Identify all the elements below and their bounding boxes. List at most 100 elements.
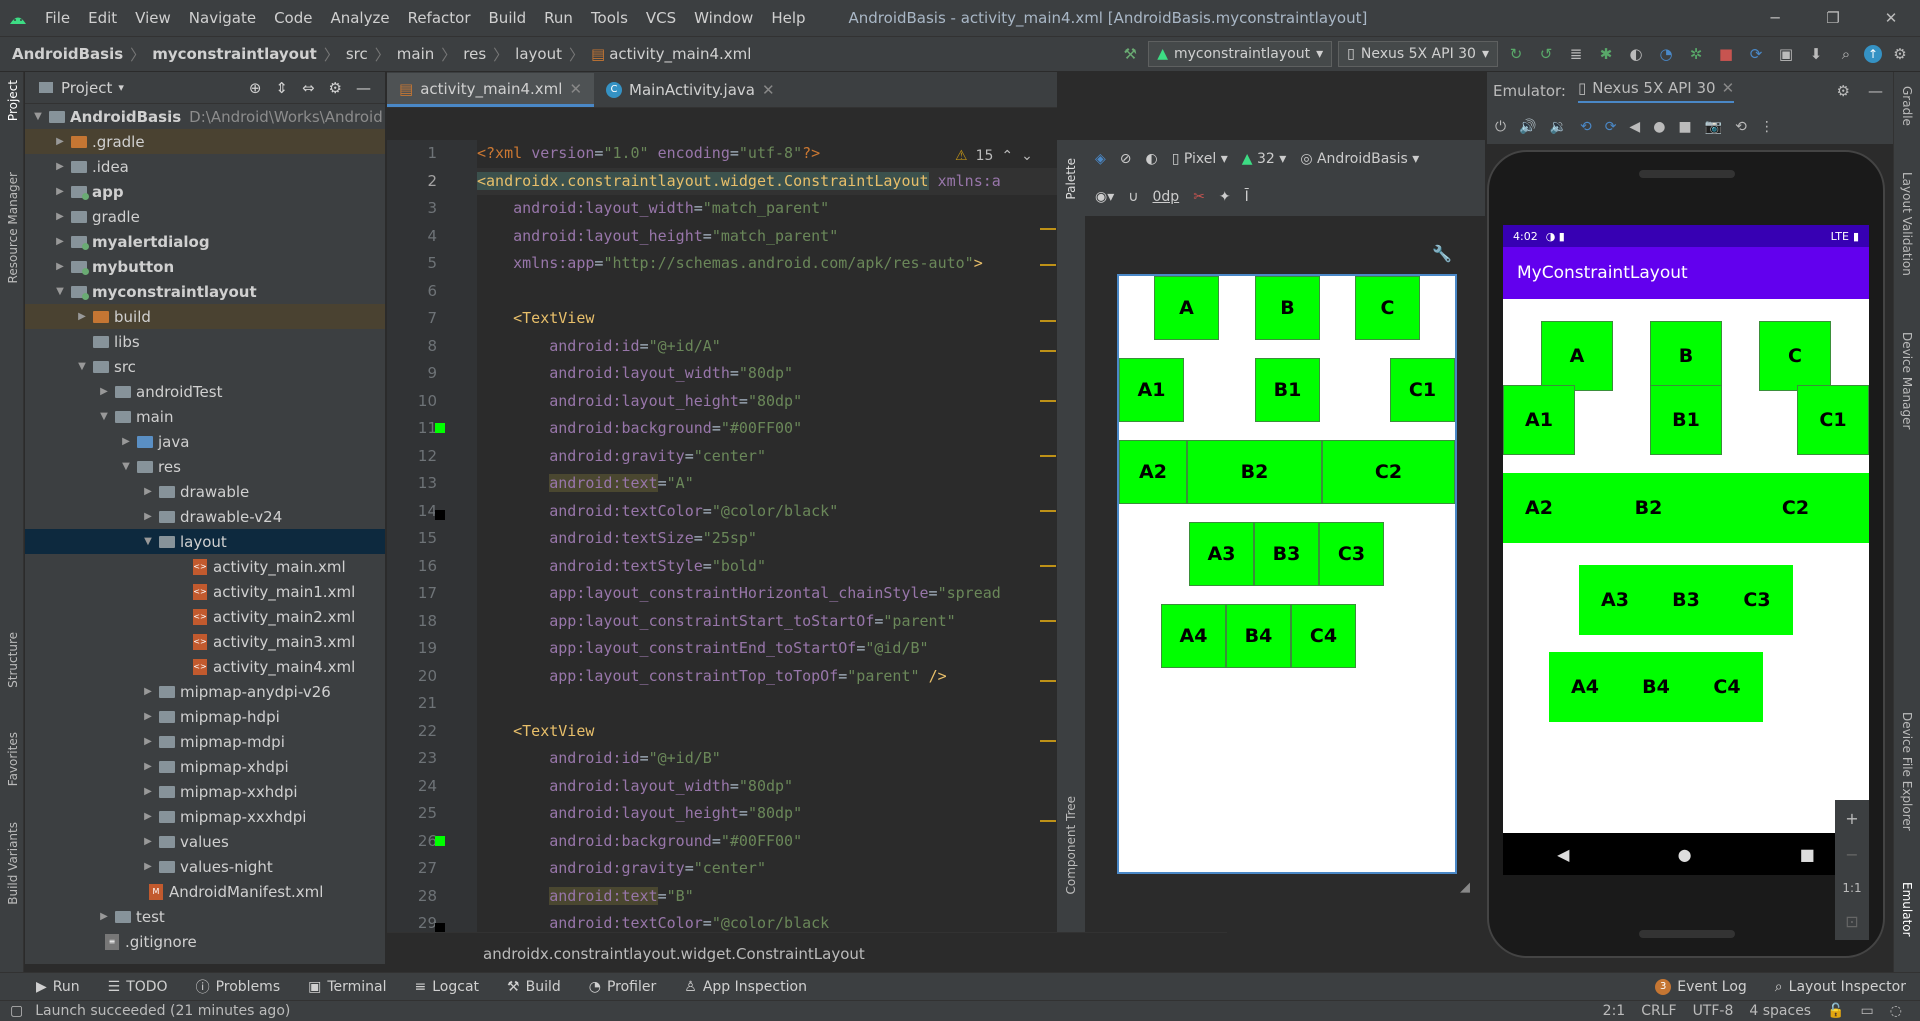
device-manager-icon[interactable]: ▣ bbox=[1774, 42, 1798, 66]
side-tab-structure[interactable]: Structure bbox=[6, 632, 20, 688]
app-box-a4[interactable]: A4 bbox=[1549, 652, 1621, 722]
component-tree-tab[interactable]: Component Tree bbox=[1064, 796, 1078, 894]
tool-todo[interactable]: ☰ TODO bbox=[94, 979, 182, 995]
breadcrumb-item[interactable]: AndroidBasis bbox=[12, 45, 123, 63]
tree-node[interactable]: ▶ test bbox=[25, 904, 385, 929]
tree-node-selected[interactable]: ▼ layout bbox=[25, 529, 385, 554]
side-tab-resource-manager[interactable]: Resource Manager bbox=[6, 172, 20, 283]
power-icon[interactable]: ⏻ bbox=[1495, 119, 1506, 135]
tree-node[interactable]: ▶ gradle bbox=[25, 204, 385, 229]
hide-icon[interactable]: — bbox=[1868, 82, 1883, 100]
breadcrumb-item[interactable]: layout bbox=[515, 45, 562, 63]
line-separator[interactable]: CRLF bbox=[1641, 1003, 1676, 1019]
preview-box-b2[interactable]: B2 bbox=[1187, 440, 1322, 504]
error-stripe-mark[interactable] bbox=[1040, 228, 1056, 230]
tree-node[interactable]: ▶ build bbox=[25, 304, 385, 329]
preview-box-b1[interactable]: B1 bbox=[1255, 358, 1320, 422]
app-box-c1[interactable]: C1 bbox=[1797, 385, 1869, 455]
lock-icon[interactable]: 🔓 bbox=[1827, 1003, 1844, 1019]
app-box-c[interactable]: C bbox=[1759, 321, 1831, 391]
notifications-icon[interactable]: ◌ bbox=[1890, 1003, 1902, 1019]
infer-constraints-icon[interactable]: ✦ bbox=[1219, 189, 1231, 205]
tool-build[interactable]: ⚒ Build bbox=[493, 979, 575, 995]
chevron-up-icon[interactable]: ⌃ bbox=[1001, 148, 1013, 164]
menu-view[interactable]: View bbox=[126, 9, 180, 27]
tree-node[interactable]: ▶ java bbox=[25, 429, 385, 454]
layers-icon[interactable]: ◈ bbox=[1095, 151, 1106, 167]
sync-gradle-icon[interactable]: ⟳ bbox=[1744, 42, 1768, 66]
error-stripe-mark[interactable] bbox=[1040, 350, 1056, 352]
app-box-c4[interactable]: C4 bbox=[1691, 652, 1763, 722]
default-margin-select[interactable]: 0dp bbox=[1153, 189, 1180, 205]
tree-node[interactable]: <> activity_main4.xml bbox=[25, 654, 385, 679]
app-box-a3[interactable]: A3 bbox=[1579, 565, 1651, 635]
project-view-select[interactable]: Project bbox=[61, 79, 112, 97]
color-swatch-green[interactable] bbox=[435, 836, 445, 846]
panel-toggle-icon[interactable]: ▢ bbox=[10, 1003, 23, 1019]
preview-box-c[interactable]: C bbox=[1355, 276, 1420, 340]
tool-app-inspection[interactable]: ♙ App Inspection bbox=[670, 979, 821, 995]
error-stripe-mark[interactable] bbox=[1040, 680, 1056, 682]
chevron-down-icon[interactable]: ⌄ bbox=[1021, 148, 1033, 164]
breadcrumb-item[interactable]: src bbox=[346, 45, 368, 63]
preview-box-a[interactable]: A bbox=[1154, 276, 1219, 340]
tree-node[interactable]: ▶ mipmap-xxhdpi bbox=[25, 779, 385, 804]
tree-node[interactable]: ▼ res bbox=[25, 454, 385, 479]
settings-icon[interactable]: ⚙ bbox=[1888, 42, 1912, 66]
tree-node[interactable]: <> activity_main3.xml bbox=[25, 629, 385, 654]
tool-terminal[interactable]: ▣ Terminal bbox=[294, 979, 400, 995]
orientation-icon[interactable]: ◐ bbox=[1146, 151, 1158, 167]
tool-run[interactable]: ▶ Run bbox=[0, 979, 94, 995]
tree-node[interactable]: M AndroidManifest.xml bbox=[25, 879, 385, 904]
restore-icon[interactable]: ❐ bbox=[1804, 9, 1862, 27]
error-stripe-mark[interactable] bbox=[1040, 320, 1056, 322]
tree-node[interactable]: <> activity_main.xml bbox=[25, 554, 385, 579]
tree-node[interactable]: libs bbox=[25, 329, 385, 354]
preview-box-c4[interactable]: C4 bbox=[1291, 604, 1356, 668]
tree-node[interactable]: ▶ app bbox=[25, 179, 385, 204]
tree-node[interactable]: ▶ values bbox=[25, 829, 385, 854]
menu-vcs[interactable]: VCS bbox=[637, 9, 685, 27]
preview-box-a2[interactable]: A2 bbox=[1119, 440, 1187, 504]
error-stripe-mark[interactable] bbox=[1040, 264, 1056, 266]
menu-code[interactable]: Code bbox=[265, 9, 321, 27]
expand-all-icon[interactable]: ⇕ bbox=[275, 79, 288, 97]
tree-node[interactable]: ▼ src bbox=[25, 354, 385, 379]
gear-icon[interactable]: ⚙ bbox=[329, 79, 342, 97]
side-tab-device-file-explorer[interactable]: Device File Explorer bbox=[1900, 712, 1914, 831]
gear-icon[interactable]: ⚙ bbox=[1837, 82, 1850, 100]
phone-screen[interactable]: 4:02 ◑ ▮ LTE ▮ MyConstraintLayout A B C A1… bbox=[1503, 225, 1869, 873]
volume-down-icon[interactable]: 🔉 bbox=[1550, 119, 1567, 135]
sdk-manager-icon[interactable]: ⬇ bbox=[1804, 42, 1828, 66]
side-tab-layout-validation[interactable]: Layout Validation bbox=[1900, 172, 1914, 276]
preview-box-c2[interactable]: C2 bbox=[1322, 440, 1455, 504]
menu-edit[interactable]: Edit bbox=[79, 9, 126, 27]
wrench-icon[interactable]: 🔧 bbox=[1432, 244, 1452, 263]
app-box-b3[interactable]: B3 bbox=[1650, 565, 1722, 635]
tree-node[interactable]: ▶ myalertdialog bbox=[25, 229, 385, 254]
tree-node[interactable]: ▶ mipmap-xxxhdpi bbox=[25, 804, 385, 829]
side-tab-emulator[interactable]: Emulator bbox=[1900, 882, 1914, 937]
preview-box-b3[interactable]: B3 bbox=[1254, 522, 1319, 586]
eye-icon[interactable]: ◉▾ bbox=[1095, 189, 1114, 205]
rotate-right-icon[interactable]: ⟳ bbox=[1605, 119, 1617, 135]
side-tab-gradle[interactable]: Gradle bbox=[1900, 86, 1914, 126]
hide-icon[interactable]: — bbox=[356, 79, 371, 97]
tree-node[interactable]: <> activity_main1.xml bbox=[25, 579, 385, 604]
more-icon[interactable]: ⋮ bbox=[1760, 119, 1774, 135]
error-stripe-mark[interactable] bbox=[1040, 565, 1056, 567]
file-encoding[interactable]: UTF-8 bbox=[1693, 1003, 1734, 1019]
camera-icon[interactable]: 📷 bbox=[1705, 119, 1722, 135]
indent-setting[interactable]: 4 spaces bbox=[1749, 1003, 1811, 1019]
theme-select[interactable]: ◎ AndroidBasis ▾ bbox=[1300, 151, 1419, 167]
profile-icon[interactable]: ◔ bbox=[1654, 42, 1678, 66]
breadcrumb-item[interactable]: activity_main4.xml bbox=[609, 45, 751, 63]
preview-box-a3[interactable]: A3 bbox=[1189, 522, 1254, 586]
app-box-b[interactable]: B bbox=[1650, 321, 1722, 391]
error-stripe-mark[interactable] bbox=[1040, 740, 1056, 742]
layout-preview[interactable]: A B C A1 B1 C1 A2 B2 C2 A3 B3 C3 A4 B4 C… bbox=[1117, 274, 1457, 874]
app-box-a1[interactable]: A1 bbox=[1503, 385, 1575, 455]
emulator-tab[interactable]: ▯ Nexus 5X API 30 ✕ bbox=[1577, 79, 1735, 103]
volume-up-icon[interactable]: 🔊 bbox=[1519, 119, 1536, 135]
app-box-c2[interactable]: C2 bbox=[1722, 473, 1869, 543]
